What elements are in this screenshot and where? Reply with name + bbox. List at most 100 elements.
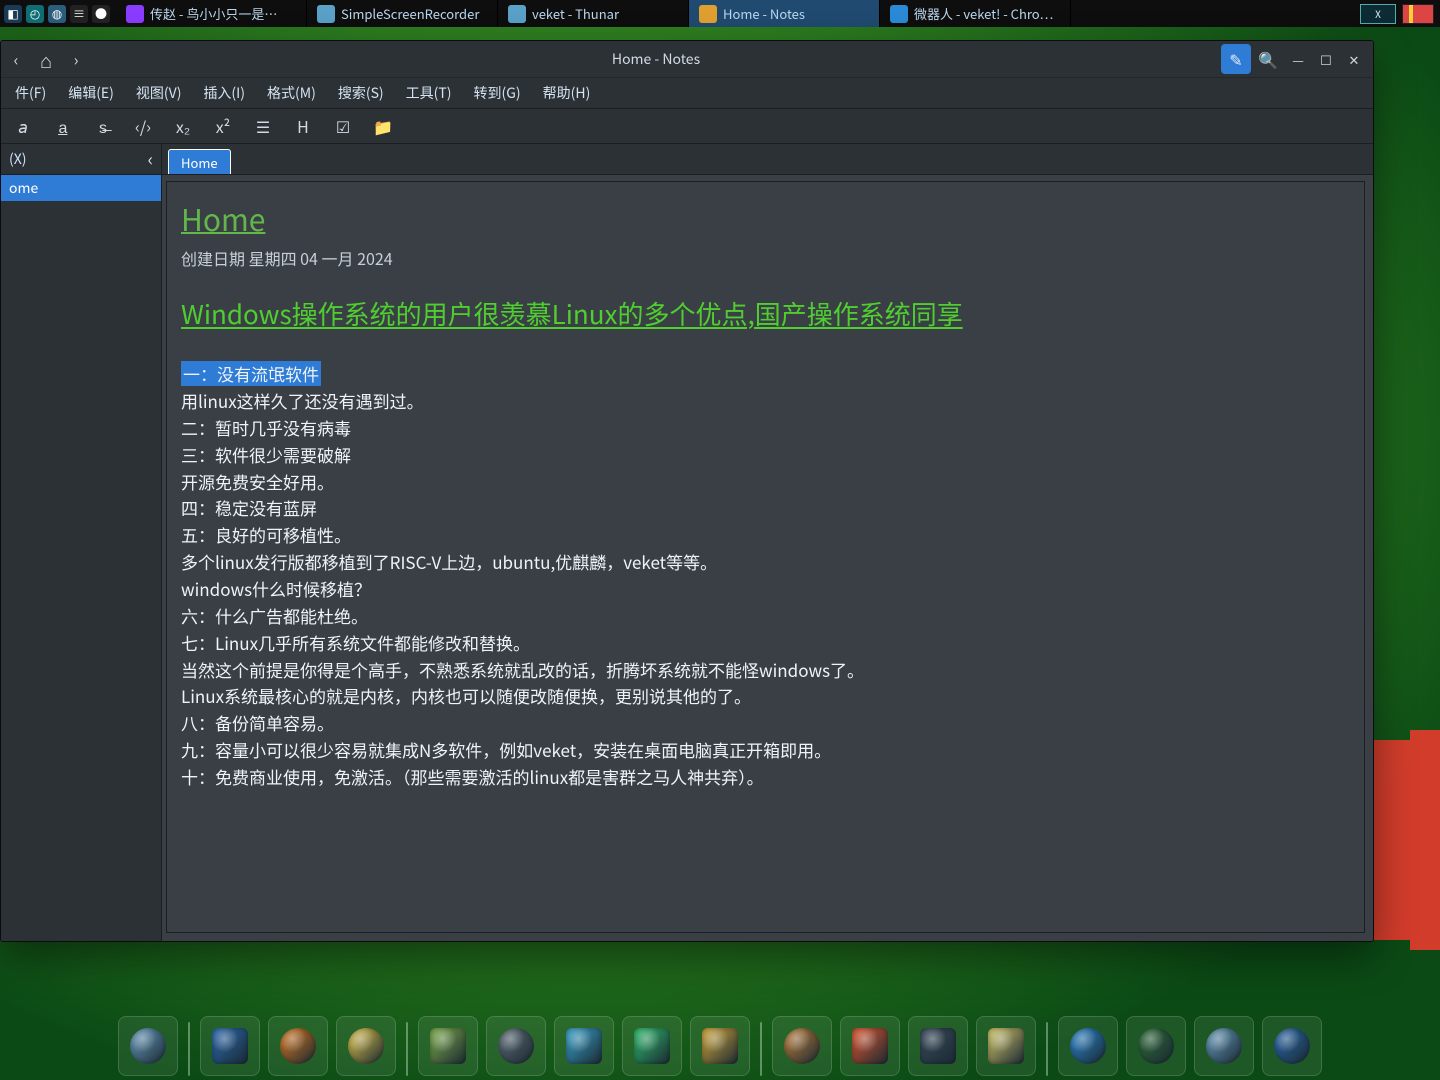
taskbar-task-label: veket - Thunar xyxy=(532,4,619,23)
tray-flag-icon[interactable] xyxy=(1402,4,1434,24)
italic-icon[interactable]: 𝘢 xyxy=(11,114,35,138)
dock-item[interactable] xyxy=(622,1016,682,1076)
doc-line: 二：暂时几乎没有病毒 xyxy=(181,415,351,440)
window-title: Home - Notes xyxy=(91,49,1221,69)
document-tab[interactable]: Home xyxy=(168,149,231,174)
dock-item[interactable] xyxy=(336,1016,396,1076)
dock-app-icon xyxy=(566,1028,602,1064)
dock-app-icon xyxy=(212,1028,248,1064)
taskbar-task-label: 传赵 - 鸟小小只一是… xyxy=(150,4,277,23)
search-button[interactable]: 🔍 xyxy=(1253,44,1283,74)
dock-item[interactable] xyxy=(1194,1016,1254,1076)
edit-mode-button[interactable]: ✎ xyxy=(1221,44,1251,74)
dock-app-icon xyxy=(988,1028,1024,1064)
sidebar-collapse-icon[interactable]: ‹ xyxy=(148,146,153,172)
dock-item[interactable] xyxy=(690,1016,750,1076)
heading-icon[interactable]: H xyxy=(291,114,315,138)
nav-back-button[interactable]: ‹ xyxy=(1,44,31,74)
dock-item[interactable] xyxy=(200,1016,260,1076)
nav-home-button[interactable]: ⌂ xyxy=(31,44,61,74)
menu-item[interactable]: 转到(G) xyxy=(464,79,531,107)
doc-line: 开源免费安全好用。 xyxy=(181,469,334,494)
menu-icon[interactable]: ≡ xyxy=(70,5,88,23)
tray-monitor-icon[interactable]: X xyxy=(1360,4,1396,24)
taskbar-task-label: SimpleScreenRecorder xyxy=(341,4,479,23)
window-titlebar[interactable]: ‹ ⌂ › Home - Notes ✎ 🔍 — ☐ ✕ xyxy=(1,41,1373,77)
dock-item[interactable] xyxy=(118,1016,178,1076)
dock-app-icon xyxy=(130,1028,166,1064)
strike-icon[interactable]: s̶ xyxy=(91,114,115,138)
dock-item[interactable] xyxy=(840,1016,900,1076)
task-icon[interactable]: ☑ xyxy=(331,114,355,138)
dock-app-icon xyxy=(1274,1028,1310,1064)
dock-app-icon xyxy=(498,1028,534,1064)
app-launcher-icon[interactable]: ◧ xyxy=(4,5,22,23)
list-icon[interactable]: ☰ xyxy=(251,114,275,138)
doc-line: windows什么时候移植？ xyxy=(181,576,371,601)
globe-icon[interactable]: ◍ xyxy=(48,5,66,23)
doc-headline: Windows操作系统的用户很羡慕Linux的多个优点,国产操作系统同享 xyxy=(181,296,1350,331)
taskbar-task[interactable]: SimpleScreenRecorder xyxy=(307,0,498,27)
dock-item[interactable] xyxy=(268,1016,328,1076)
folder-open-icon[interactable]: 📁 xyxy=(371,114,395,138)
sidebar-tab-header[interactable]: (X) ‹ xyxy=(1,144,161,175)
maximize-button[interactable]: ☐ xyxy=(1313,46,1339,72)
superscript-icon[interactable]: x² xyxy=(211,114,235,138)
sidebar-tab-label: (X) xyxy=(9,149,27,169)
code-icon[interactable]: ‹/› xyxy=(131,114,155,138)
dock-app-icon xyxy=(1206,1028,1242,1064)
sidebar-item[interactable]: ome xyxy=(1,175,161,201)
taskbar-task[interactable]: Home - Notes xyxy=(689,0,880,27)
subscript-icon[interactable]: x₂ xyxy=(171,114,195,138)
dock-item[interactable] xyxy=(1262,1016,1322,1076)
doc-line: 四：稳定没有蓝屏 xyxy=(181,495,317,520)
menu-item[interactable]: 插入(I) xyxy=(193,79,255,107)
dock-app-icon xyxy=(430,1028,466,1064)
dot-icon[interactable]: ● xyxy=(92,5,110,23)
menu-item[interactable]: 件(F) xyxy=(5,79,56,107)
doc-body[interactable]: 一：没有流氓软件用linux这样久了还没有遇到过。二：暂时几乎没有病毒三：软件很… xyxy=(181,361,1350,791)
doc-line: 多个linux发行版都移植到了RISC-V上边，ubuntu,优麒麟，veket… xyxy=(181,549,717,574)
dock-item[interactable] xyxy=(1058,1016,1118,1076)
dock xyxy=(104,1014,1336,1076)
taskbar-task[interactable]: 微器人 - veket! - Chro… xyxy=(880,0,1071,27)
document-tabs: Home xyxy=(162,144,1373,175)
underline-icon[interactable]: a̲ xyxy=(51,114,75,138)
taskbar-task-label: Home - Notes xyxy=(723,4,805,23)
nav-forward-button[interactable]: › xyxy=(61,44,91,74)
doc-line: 八：备份简单容易。 xyxy=(181,710,334,735)
menu-item[interactable]: 帮助(H) xyxy=(533,79,601,107)
taskbar-task[interactable]: veket - Thunar xyxy=(498,0,689,27)
dock-item[interactable] xyxy=(976,1016,1036,1076)
chevron-right-icon: › xyxy=(74,47,79,71)
dock-item[interactable] xyxy=(1126,1016,1186,1076)
dock-app-icon xyxy=(280,1028,316,1064)
pencil-icon xyxy=(699,5,717,23)
menu-item[interactable]: 视图(V) xyxy=(126,79,192,107)
menubar: 件(F)编辑(E)视图(V)插入(I)格式(M)搜索(S)工具(T)转到(G)帮… xyxy=(1,77,1373,109)
taskbar-task[interactable]: 传赵 - 鸟小小只一是… xyxy=(116,0,307,27)
dock-app-icon xyxy=(1138,1028,1174,1064)
dock-item[interactable] xyxy=(554,1016,614,1076)
minimize-icon: — xyxy=(1292,50,1304,69)
menu-item[interactable]: 工具(T) xyxy=(396,79,462,107)
clock-icon[interactable]: ◴ xyxy=(26,5,44,23)
dock-item[interactable] xyxy=(772,1016,832,1076)
menu-item[interactable]: 格式(M) xyxy=(257,79,326,107)
dock-item[interactable] xyxy=(486,1016,546,1076)
folder-icon xyxy=(508,5,526,23)
maximize-icon: ☐ xyxy=(1320,50,1332,69)
close-button[interactable]: ✕ xyxy=(1341,46,1367,72)
dock-item[interactable] xyxy=(418,1016,478,1076)
home-icon: ⌂ xyxy=(40,45,52,74)
minimize-button[interactable]: — xyxy=(1285,46,1311,72)
system-taskbar: ◧ ◴ ◍ ≡ ● 传赵 - 鸟小小只一是… SimpleScreenRecord… xyxy=(0,0,1440,27)
menu-item[interactable]: 编辑(E) xyxy=(58,79,124,107)
dock-item[interactable] xyxy=(908,1016,968,1076)
menu-item[interactable]: 搜索(S) xyxy=(328,79,394,107)
notes-window: ‹ ⌂ › Home - Notes ✎ 🔍 — ☐ ✕ 件(F)编辑(E)视图… xyxy=(0,40,1374,942)
doc-line: 六：什么广告都能杜绝。 xyxy=(181,603,368,628)
editor-pane[interactable]: Home 创建日期 星期四 04 一月 2024 Windows操作系统的用户很… xyxy=(166,181,1365,933)
doc-line: 当然这个前提是你得是个高手，不熟悉系统就乱改的话，折腾坏系统就不能怪window… xyxy=(181,657,864,682)
main-area: Home Home 创建日期 星期四 04 一月 2024 Windows操作系… xyxy=(162,144,1373,941)
